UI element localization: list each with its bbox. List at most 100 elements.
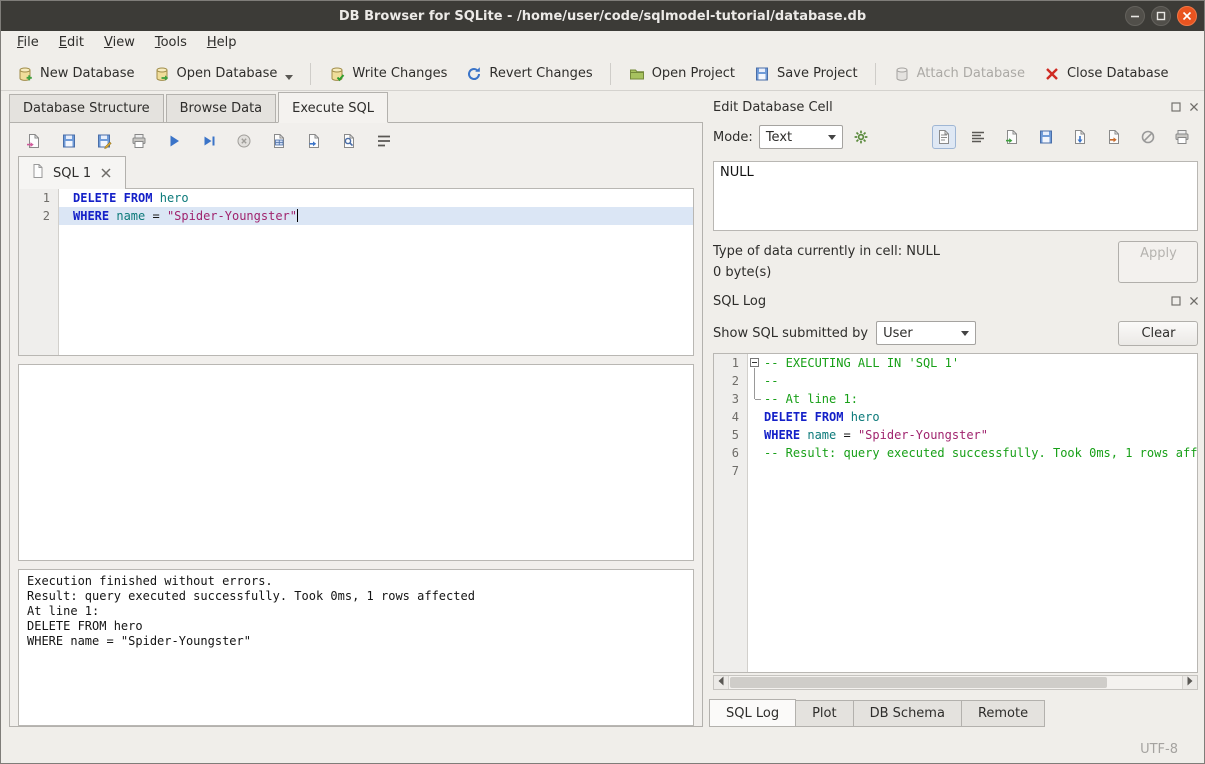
- tab-browse-data[interactable]: Browse Data: [166, 94, 277, 122]
- float-dock-icon[interactable]: [1168, 293, 1184, 309]
- tab-database-structure[interactable]: Database Structure: [9, 94, 164, 122]
- import-data-icon[interactable]: [1068, 125, 1092, 149]
- open-database-dropdown-icon[interactable]: [285, 75, 293, 80]
- editor-code[interactable]: DELETE FROM heroWHERE name = "Spider-You…: [59, 189, 693, 355]
- toolbar-separator: [310, 63, 311, 85]
- dock-tab-sql-log[interactable]: SQL Log: [709, 699, 796, 727]
- sql-log-view: 1234567 -- EXECUTING ALL IN 'SQL 1'---- …: [713, 353, 1198, 673]
- tree-marker: [748, 408, 764, 426]
- save-project-button[interactable]: Save Project: [744, 61, 867, 87]
- print-icon[interactable]: [1170, 125, 1194, 149]
- word-wrap-icon[interactable]: [372, 129, 396, 153]
- write-changes-button[interactable]: Write Changes: [319, 61, 456, 87]
- cell-mode-select[interactable]: Text: [759, 125, 843, 149]
- close-database-label: Close Database: [1067, 66, 1169, 81]
- splitter-editor-results[interactable]: [10, 356, 702, 364]
- editor-gutter: 12: [19, 189, 59, 355]
- save-sql-file-icon[interactable]: [57, 129, 81, 153]
- sql-editor[interactable]: 12 DELETE FROM heroWHERE name = "Spider-…: [18, 188, 694, 356]
- log-filter-select[interactable]: User: [876, 321, 976, 345]
- sql-toolbar: [10, 123, 702, 159]
- print-icon[interactable]: [127, 129, 151, 153]
- sql-tab-label: SQL 1: [53, 166, 91, 181]
- revert-changes-button[interactable]: Revert Changes: [456, 61, 601, 87]
- open-database-icon: [153, 65, 171, 83]
- gear-icon: [852, 128, 870, 146]
- close-dock-icon[interactable]: [1186, 99, 1202, 115]
- close-database-button[interactable]: Close Database: [1034, 61, 1178, 87]
- save-data-icon[interactable]: [1034, 125, 1058, 149]
- message-line: WHERE name = "Spider-Youngster": [27, 634, 685, 649]
- open-database-label: Open Database: [177, 66, 278, 81]
- minimize-button[interactable]: [1125, 6, 1145, 26]
- find-replace-icon[interactable]: [337, 129, 361, 153]
- scroll-left-button[interactable]: [714, 676, 729, 689]
- new-database-icon: [16, 65, 34, 83]
- menu-tools[interactable]: Tools: [145, 31, 197, 57]
- text-mode-icon[interactable]: [932, 125, 956, 149]
- open-project-label: Open Project: [652, 66, 735, 81]
- scrollbar-thumb[interactable]: [730, 677, 1107, 688]
- tree-marker: [748, 462, 764, 480]
- open-results-icon[interactable]: [302, 129, 326, 153]
- toolbar-separator: [875, 63, 876, 85]
- execute-all-icon[interactable]: [162, 129, 186, 153]
- open-data-icon[interactable]: [1000, 125, 1024, 149]
- dock-tab-plot[interactable]: Plot: [795, 700, 854, 727]
- open-sql-file-icon[interactable]: [22, 129, 46, 153]
- window-title: DB Browser for SQLite - /home/user/code/…: [1, 9, 1204, 24]
- message-line: DELETE FROM hero: [27, 619, 685, 634]
- splitter-results-messages[interactable]: [10, 561, 702, 569]
- minimize-icon: [1126, 7, 1144, 25]
- cell-size-info: 0 byte(s): [713, 262, 1118, 283]
- close-sql-tab-icon[interactable]: [97, 164, 115, 182]
- close-dock-icon[interactable]: [1186, 293, 1202, 309]
- open-project-button[interactable]: Open Project: [619, 61, 744, 87]
- statusbar: UTF-8: [1, 735, 1204, 763]
- auto-switch-mode-button[interactable]: [849, 125, 873, 149]
- dock-tab-db-schema[interactable]: DB Schema: [853, 700, 962, 727]
- menu-file[interactable]: File: [7, 31, 49, 57]
- float-dock-icon[interactable]: [1168, 99, 1184, 115]
- save-sql-as-icon[interactable]: [92, 129, 116, 153]
- attach-database-label: Attach Database: [917, 66, 1025, 81]
- new-database-button[interactable]: New Database: [7, 61, 144, 87]
- apply-button: Apply: [1118, 241, 1198, 283]
- attach-database-icon: [893, 65, 911, 83]
- tree-marker[interactable]: [748, 354, 764, 372]
- window-controls: [1125, 6, 1197, 26]
- stop-icon[interactable]: [232, 129, 256, 153]
- maximize-button[interactable]: [1151, 6, 1171, 26]
- write-changes-label: Write Changes: [352, 66, 447, 81]
- close-button[interactable]: [1177, 6, 1197, 26]
- maximize-icon: [1152, 7, 1170, 25]
- sql-document-tab[interactable]: SQL 1: [18, 156, 126, 189]
- attach-database-button: Attach Database: [884, 61, 1034, 87]
- results-pane: [18, 364, 694, 561]
- menu-edit[interactable]: Edit: [49, 31, 94, 57]
- menu-view[interactable]: View: [94, 31, 145, 57]
- sql-log-controls: Show SQL submitted by User Clear: [709, 313, 1202, 351]
- sql-file-icon: [29, 162, 47, 184]
- log-horizontal-scrollbar[interactable]: [713, 675, 1198, 690]
- scroll-right-button[interactable]: [1182, 676, 1197, 689]
- encoding-label: UTF-8: [1140, 742, 1178, 757]
- export-data-icon[interactable]: [1102, 125, 1126, 149]
- align-icon[interactable]: [966, 125, 990, 149]
- menu-help[interactable]: Help: [197, 31, 247, 57]
- right-pane: Edit Database Cell Mode: Text NULL Type …: [703, 91, 1205, 735]
- tab-execute-sql[interactable]: Execute SQL: [278, 92, 388, 123]
- cell-editor[interactable]: NULL: [713, 161, 1198, 231]
- edit-cell-dock-header: Edit Database Cell: [709, 95, 1202, 119]
- dock-tab-remote[interactable]: Remote: [961, 700, 1045, 727]
- scrollbar-track[interactable]: [1107, 676, 1182, 689]
- log-line-5: WHERE name = "Spider-Youngster": [748, 426, 1197, 444]
- export-results-icon[interactable]: [267, 129, 291, 153]
- tree-marker: [748, 390, 764, 408]
- tree-marker: [748, 444, 764, 462]
- save-project-label: Save Project: [777, 66, 858, 81]
- set-null-icon[interactable]: [1136, 125, 1160, 149]
- execute-line-icon[interactable]: [197, 129, 221, 153]
- open-database-button[interactable]: Open Database: [144, 61, 303, 87]
- clear-log-button[interactable]: Clear: [1118, 321, 1198, 346]
